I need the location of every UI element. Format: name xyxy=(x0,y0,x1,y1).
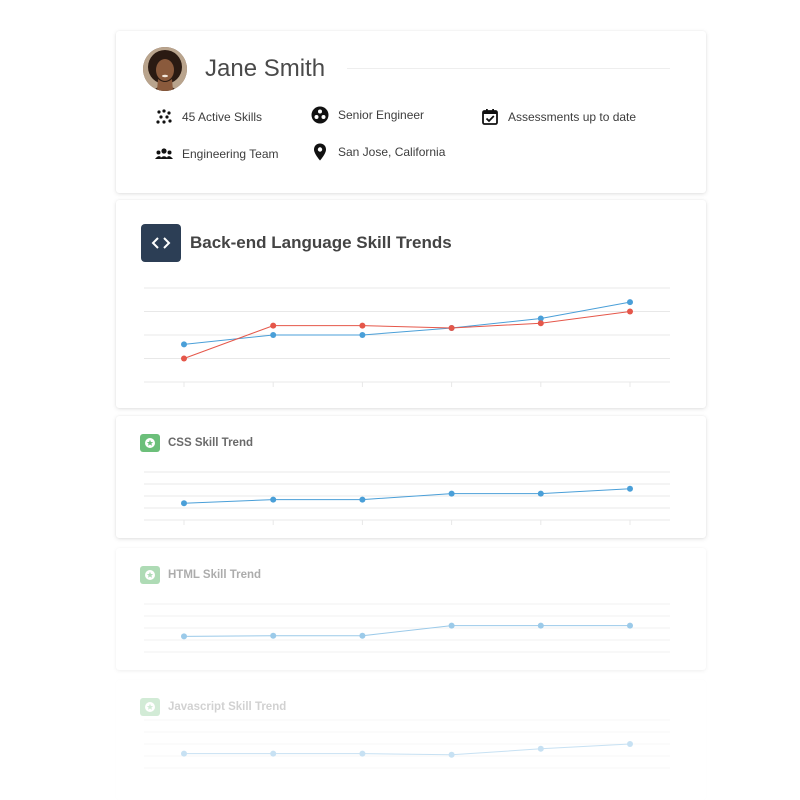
info-label: San Jose, California xyxy=(338,145,446,159)
data-point xyxy=(181,633,187,640)
css-trend-card: CSS Skill Trend xyxy=(116,416,706,538)
info-label: Assessments up to date xyxy=(508,110,637,124)
data-point xyxy=(537,745,544,752)
data-point xyxy=(537,622,544,629)
data-point xyxy=(181,341,187,348)
data-point xyxy=(181,500,187,507)
data-point xyxy=(359,750,366,757)
info-assessments: Assessments up to date xyxy=(480,107,636,127)
info-role: Senior Engineer xyxy=(310,105,424,125)
javascript-trend-card: Javascript Skill Trend xyxy=(116,680,706,800)
info-active-skills: 45 Active Skills xyxy=(154,107,262,127)
data-point xyxy=(448,751,455,758)
data-point xyxy=(448,324,455,331)
html-trend-card: HTML Skill Trend xyxy=(116,548,706,670)
info-location: San Jose, California xyxy=(310,142,445,162)
data-point xyxy=(181,355,187,362)
data-point xyxy=(181,750,187,757)
calendar-check-icon xyxy=(482,109,498,125)
series-line-0 xyxy=(183,625,630,637)
info-label: 45 Active Skills xyxy=(182,110,263,124)
data-point xyxy=(537,320,544,327)
name-divider xyxy=(347,68,670,69)
data-point xyxy=(270,632,277,639)
css-line-chart xyxy=(144,471,670,525)
backend-line-chart xyxy=(144,287,670,387)
role-icon xyxy=(311,106,329,124)
data-point xyxy=(627,299,633,306)
data-point xyxy=(627,485,633,492)
profile-card: Jane Smith 45 Active Skills Senior Engin… xyxy=(116,31,706,193)
data-point xyxy=(359,322,366,329)
data-point xyxy=(359,632,366,639)
javascript-line-chart xyxy=(144,719,670,769)
info-team: Engineering Team xyxy=(154,144,279,164)
series-line-0 xyxy=(184,743,631,756)
series-line-0 xyxy=(183,301,631,345)
data-point xyxy=(627,741,633,747)
team-icon xyxy=(155,148,173,159)
avatar-image xyxy=(143,47,187,91)
avatar[interactable] xyxy=(143,47,187,91)
info-label: Engineering Team xyxy=(182,147,279,161)
data-point xyxy=(359,332,366,338)
location-pin-icon xyxy=(314,143,326,161)
data-point xyxy=(270,332,277,338)
data-point xyxy=(448,490,455,497)
data-point xyxy=(270,496,277,503)
data-point xyxy=(627,622,633,629)
data-point xyxy=(359,496,366,503)
data-point xyxy=(270,322,277,329)
info-label: Senior Engineer xyxy=(338,108,425,122)
html-line-chart xyxy=(144,603,670,653)
data-point xyxy=(448,622,455,629)
profile-name: Jane Smith xyxy=(205,55,326,82)
data-point xyxy=(270,750,277,757)
data-point xyxy=(627,308,633,315)
data-point xyxy=(537,490,544,497)
skills-icon xyxy=(156,109,172,124)
backend-trend-card: Back-end Language Skill Trends xyxy=(116,200,706,408)
